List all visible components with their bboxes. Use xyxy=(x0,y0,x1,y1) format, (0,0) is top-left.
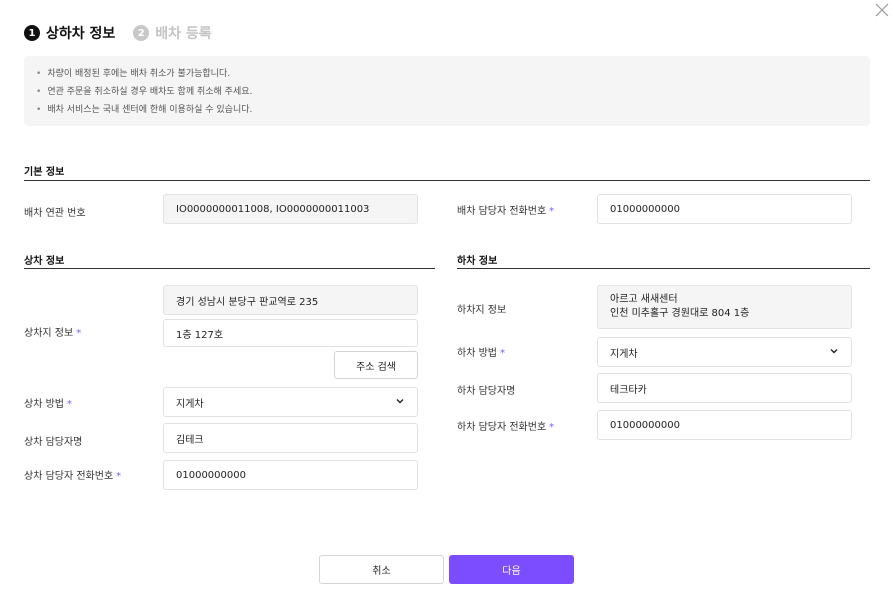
section-title-loading: 상차 정보 xyxy=(24,256,65,267)
unloading-contact-input[interactable]: 테크타카 xyxy=(597,373,852,403)
loading-phone-label: 상차 담당자 전화번호 * xyxy=(24,467,121,482)
unloading-location-label: 하차지 정보 xyxy=(457,305,507,316)
unloading-contact-label: 하차 담당자명 xyxy=(457,386,516,397)
required-mark: * xyxy=(549,206,555,217)
step-number: 1 xyxy=(24,25,40,41)
step-label: 배차 등록 xyxy=(155,26,212,42)
divider xyxy=(24,268,435,269)
loading-phone-input[interactable]: 01000000000 xyxy=(163,460,418,490)
loading-contact-label: 상차 담당자명 xyxy=(24,437,83,448)
loading-address-field: 경기 성남시 분당구 판교역로 235 xyxy=(163,285,418,315)
step-2: 2 배차 등록 xyxy=(133,23,212,43)
required-mark: * xyxy=(116,471,122,482)
stepper: 1 상하차 정보 2 배차 등록 xyxy=(24,22,230,44)
unloading-method-label: 하차 방법 * xyxy=(457,344,505,359)
loading-location-label: 상차지 정보 * xyxy=(24,324,81,339)
cancel-button[interactable]: 취소 xyxy=(319,555,444,584)
label-text: 하차 방법 xyxy=(457,348,497,359)
next-button[interactable]: 다음 xyxy=(449,555,574,584)
location-address: 인천 미추홀구 경원대로 804 1층 xyxy=(610,308,750,319)
unloading-method-select[interactable]: 지게차 xyxy=(597,337,852,367)
divider xyxy=(457,268,870,269)
section-title-unloading: 하차 정보 xyxy=(457,256,498,267)
notice-box: 차량이 배정된 후에는 배차 취소가 불가능합니다. 연관 주문을 취소하실 경… xyxy=(24,56,870,126)
manager-phone-input[interactable]: 01000000000 xyxy=(597,194,852,224)
step-label: 상하차 정보 xyxy=(46,26,116,42)
unloading-phone-input[interactable]: 01000000000 xyxy=(597,410,852,440)
dispatch-number-field: IO0000000011008, IO0000000011003 xyxy=(163,194,418,224)
dispatch-number-label: 배차 연관 번호 xyxy=(24,208,86,219)
unloading-location-field: 아르고 새새센터 인천 미추홀구 경원대로 804 1층 xyxy=(597,285,852,329)
loading-contact-input[interactable]: 김테크 xyxy=(163,423,418,453)
required-mark: * xyxy=(499,348,505,359)
required-mark: * xyxy=(549,422,555,433)
label-text: 상차 담당자 전화번호 xyxy=(24,471,114,482)
label-text: 상차 방법 xyxy=(24,399,64,410)
unloading-phone-label: 하차 담당자 전화번호 * xyxy=(457,418,554,433)
chevron-down-icon xyxy=(829,346,839,359)
notice-item: 연관 주문을 취소하실 경우 배차도 함께 취소해 주세요. xyxy=(36,83,858,101)
chevron-down-icon xyxy=(395,396,405,409)
select-value: 지게차 xyxy=(610,348,638,360)
notice-item: 배차 서비스는 국내 센터에 한해 이용하실 수 있습니다. xyxy=(36,101,858,119)
loading-address-detail-input[interactable]: 1층 127호 xyxy=(163,319,418,347)
label-text: 상차지 정보 xyxy=(24,328,74,339)
label-text: 배차 담당자 전화번호 xyxy=(457,206,547,217)
divider xyxy=(24,180,870,181)
section-title-basic: 기본 정보 xyxy=(24,167,65,178)
loading-method-select[interactable]: 지게차 xyxy=(163,387,418,417)
required-mark: * xyxy=(66,399,72,410)
location-name: 아르고 새새센터 xyxy=(610,294,678,305)
manager-phone-label: 배차 담당자 전화번호 * xyxy=(457,202,554,217)
label-text: 하차 담당자 전화번호 xyxy=(457,422,547,433)
step-1: 1 상하차 정보 xyxy=(24,23,115,43)
notice-item: 차량이 배정된 후에는 배차 취소가 불가능합니다. xyxy=(36,65,858,83)
select-value: 지게차 xyxy=(176,398,204,410)
address-search-button[interactable]: 주소 검색 xyxy=(334,351,418,379)
step-number: 2 xyxy=(133,25,150,41)
required-mark: * xyxy=(76,328,82,339)
close-icon[interactable] xyxy=(872,0,892,20)
loading-method-label: 상차 방법 * xyxy=(24,395,72,410)
